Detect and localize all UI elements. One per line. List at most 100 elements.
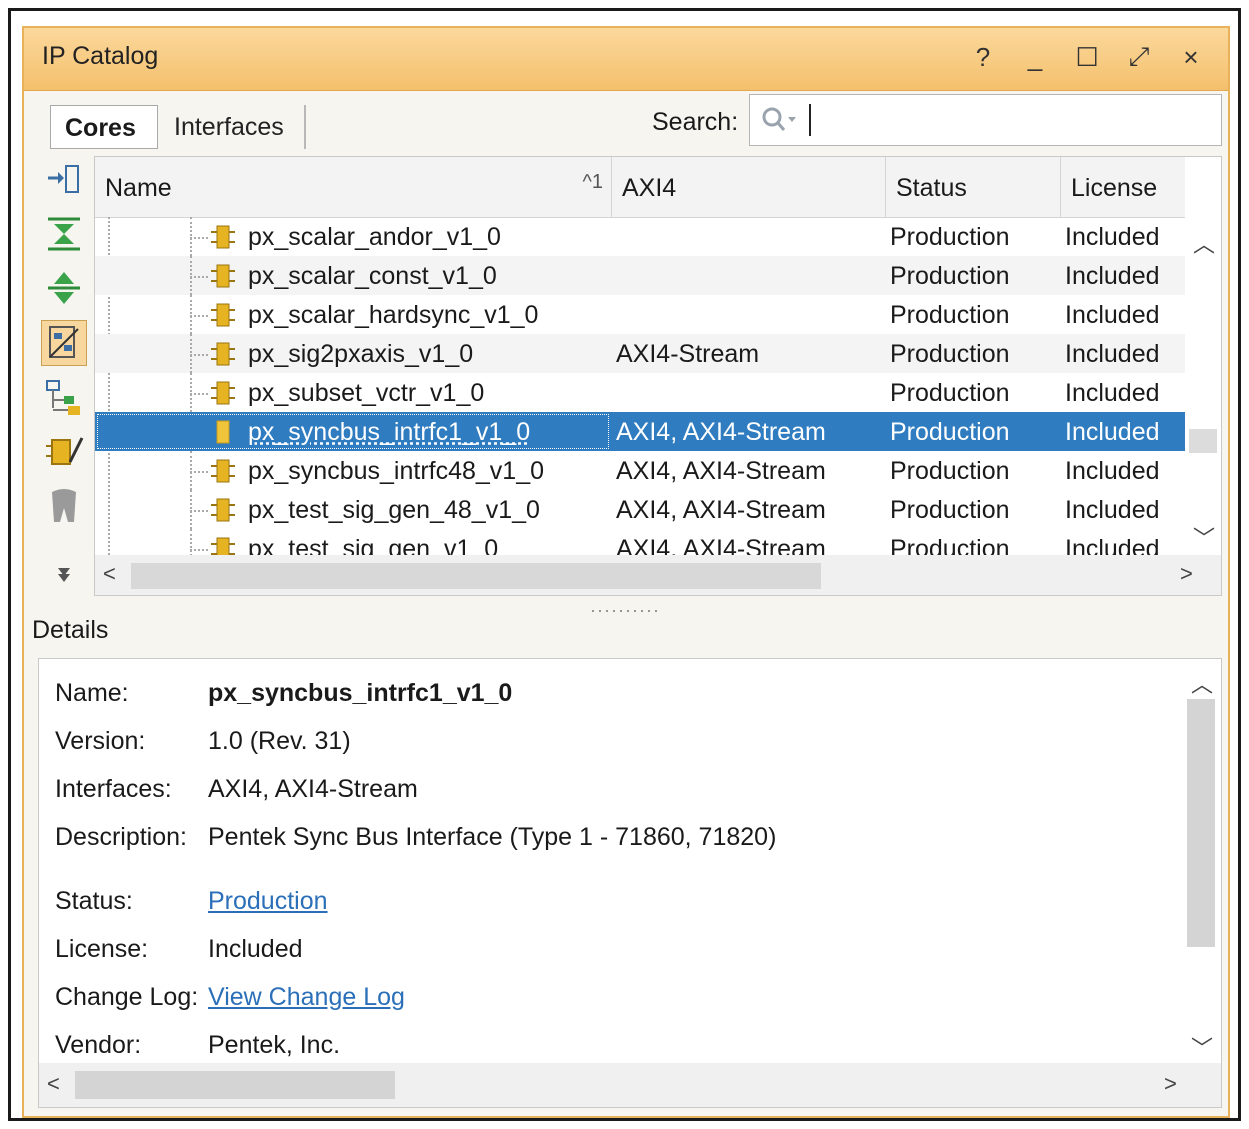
cell-axi: AXI4, AXI4-Stream <box>616 457 826 485</box>
ip-core-icon <box>211 342 235 366</box>
cell-name: px_syncbus_intrfc1_v1_0 <box>248 418 531 446</box>
help-button[interactable]: ? <box>966 40 1000 74</box>
expand-tree-icon[interactable] <box>44 268 84 308</box>
scroll-right-icon[interactable]: > <box>1164 1071 1177 1097</box>
cell-status: Production <box>890 223 1010 251</box>
title-bar: IP Catalog ? _ ☐ ⤢ × <box>24 28 1228 91</box>
table-row[interactable]: px_test_sig_gen_v1_0 AXI4, AXI4-Stream P… <box>95 529 1185 555</box>
hierarchy-icon[interactable] <box>44 378 84 418</box>
text-caret <box>809 104 811 136</box>
scroll-thumb[interactable] <box>1187 699 1215 947</box>
tree-connector <box>190 237 208 239</box>
cell-status: Production <box>890 301 1010 329</box>
ip-core-icon <box>211 498 235 522</box>
table-row[interactable]: px_scalar_hardsync_v1_0 Production Inclu… <box>95 295 1185 334</box>
ip-core-icon <box>216 420 230 444</box>
cell-license: Included <box>1065 457 1160 485</box>
detail-key: Version: <box>55 727 146 755</box>
scroll-up-icon[interactable]: ︿ <box>1193 227 1215 259</box>
table-horizontal-scrollbar[interactable]: < > <box>95 555 1221 595</box>
table-row[interactable]: px_syncbus_intrfc48_v1_0 AXI4, AXI4-Stre… <box>95 451 1185 490</box>
search-icon[interactable] <box>760 105 800 135</box>
detail-key: License: <box>55 935 149 963</box>
detail-value: Pentek, Inc. <box>208 1031 341 1059</box>
cell-name: px_test_sig_gen_v1_0 <box>248 535 499 555</box>
status-link[interactable]: Production <box>208 887 328 916</box>
tab-interfaces[interactable]: Interfaces <box>160 105 306 149</box>
scroll-left-icon[interactable]: < <box>47 1071 60 1097</box>
cell-license: Included <box>1065 262 1160 290</box>
search-label: Search: <box>652 108 739 136</box>
tree-connector <box>190 510 208 512</box>
expand-all-icon[interactable] <box>44 160 84 200</box>
tree-connector <box>190 471 208 473</box>
customize-ip-icon[interactable] <box>44 432 84 472</box>
scroll-down-icon[interactable]: ﹀ <box>1193 521 1215 553</box>
cell-axi: AXI4, AXI4-Stream <box>616 418 826 446</box>
table-row[interactable]: px_sig2pxaxis_v1_0 AXI4-Stream Productio… <box>95 334 1185 373</box>
cell-license: Included <box>1065 496 1160 524</box>
cell-license: Included <box>1065 223 1160 251</box>
detail-key: Description: <box>55 823 187 851</box>
table-vertical-scrollbar[interactable]: ︿ ﹀ <box>1185 217 1221 555</box>
detail-value: Included <box>208 935 303 963</box>
col-header-axi[interactable]: AXI4 <box>612 157 886 217</box>
cell-name: px_sig2pxaxis_v1_0 <box>248 340 474 368</box>
table-body: px_scalar_andor_v1_0 Production Included… <box>95 217 1185 555</box>
tree-connector <box>190 276 208 278</box>
license-icon[interactable] <box>44 486 84 526</box>
cell-name: px_scalar_andor_v1_0 <box>248 223 501 251</box>
scroll-right-icon[interactable]: > <box>1180 561 1193 587</box>
ip-core-icon <box>211 264 235 288</box>
detail-value: 1.0 (Rev. 31) <box>208 727 351 755</box>
ip-catalog-window: IP Catalog ? _ ☐ ⤢ × Cores Interfaces Se… <box>22 26 1230 1118</box>
ip-core-icon <box>211 381 235 405</box>
col-header-status[interactable]: Status <box>886 157 1061 217</box>
cell-name: px_scalar_hardsync_v1_0 <box>248 301 539 329</box>
cell-axi: AXI4, AXI4-Stream <box>616 496 826 524</box>
scroll-thumb[interactable] <box>75 1071 395 1099</box>
float-button[interactable]: ⤢ <box>1122 40 1156 74</box>
pane-splitter[interactable]: ·········· <box>590 600 660 621</box>
window-title: IP Catalog <box>42 42 159 70</box>
cell-axi: AXI4-Stream <box>616 340 760 368</box>
maximize-button[interactable]: ☐ <box>1070 40 1104 74</box>
detail-key: Interfaces: <box>55 775 172 803</box>
search-input[interactable] <box>749 94 1222 146</box>
details-horizontal-scrollbar[interactable]: < > <box>39 1063 1221 1107</box>
cell-status: Production <box>890 496 1010 524</box>
table-row[interactable]: px_scalar_andor_v1_0 Production Included <box>95 217 1185 256</box>
cell-license: Included <box>1065 535 1160 555</box>
table-row[interactable]: px_test_sig_gen_48_v1_0 AXI4, AXI4-Strea… <box>95 490 1185 529</box>
cell-status: Production <box>890 457 1010 485</box>
details-vertical-scrollbar[interactable]: ︿ ﹀ <box>1183 659 1221 1063</box>
group-icon[interactable] <box>41 320 87 366</box>
cell-status: Production <box>890 379 1010 407</box>
ip-table: Name ^1 AXI4 Status License px_scalar_an… <box>94 156 1222 596</box>
table-row[interactable]: px_scalar_const_v1_0 Production Included <box>95 256 1185 295</box>
tree-connector <box>190 315 208 317</box>
window-controls: ? _ ☐ ⤢ × <box>966 40 1208 74</box>
more-tools-icon[interactable] <box>44 558 84 588</box>
scroll-thumb[interactable] <box>1189 429 1217 453</box>
col-header-license[interactable]: License <box>1061 157 1185 217</box>
tree-connector <box>190 393 208 395</box>
cell-status: Production <box>890 340 1010 368</box>
col-header-name[interactable]: Name ^1 <box>95 157 612 217</box>
tab-cores[interactable]: Cores <box>50 105 158 149</box>
scroll-down-icon[interactable]: ﹀ <box>1191 1031 1213 1063</box>
close-button[interactable]: × <box>1174 40 1208 74</box>
cell-license: Included <box>1065 418 1160 446</box>
scroll-thumb[interactable] <box>131 563 821 589</box>
minimize-button[interactable]: _ <box>1018 40 1052 74</box>
details-panel: Name: px_syncbus_intrfc1_v1_0 Version: 1… <box>38 658 1222 1108</box>
collapse-all-icon[interactable] <box>44 214 84 254</box>
ip-core-icon <box>211 225 235 249</box>
scroll-up-icon[interactable]: ︿ <box>1191 667 1213 699</box>
cell-axi: AXI4, AXI4-Stream <box>616 535 826 555</box>
table-row[interactable]: px_subset_vctr_v1_0 Production Included <box>95 373 1185 412</box>
scroll-left-icon[interactable]: < <box>103 561 116 587</box>
detail-key: Status: <box>55 887 133 915</box>
table-row-selected[interactable]: px_syncbus_intrfc1_v1_0 AXI4, AXI4-Strea… <box>95 412 1185 451</box>
change-log-link[interactable]: View Change Log <box>208 983 405 1012</box>
